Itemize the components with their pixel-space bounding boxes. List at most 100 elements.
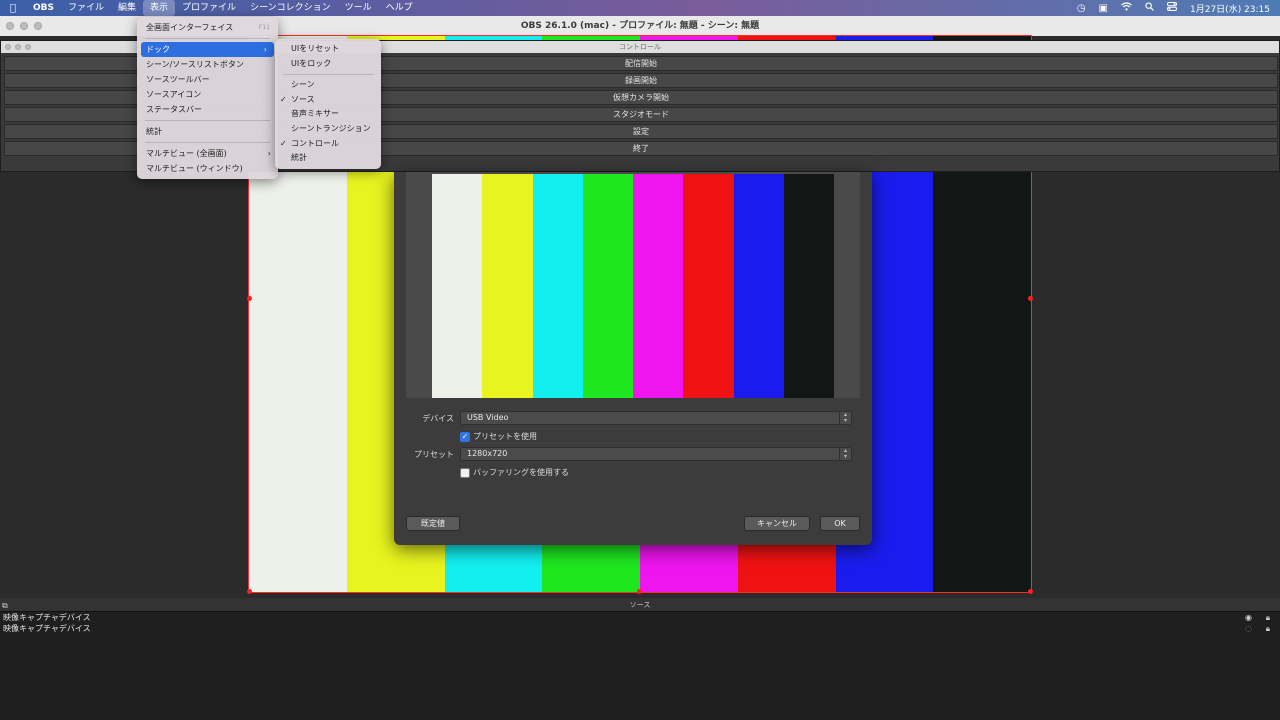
checkmark-icon: ✓ [280,138,287,148]
menu-item-stats[interactable]: 統計 [137,124,278,139]
menu-item-lock-ui[interactable]: UIをロック [275,57,381,72]
device-value: USB Video [467,413,509,422]
visibility-hidden-eye-icon[interactable]: ◌ [1245,623,1252,634]
zoom-window-button[interactable] [34,22,42,30]
translation-icon[interactable]: ▣ [1099,3,1108,14]
source-name: 映像キャプチャデバイス [3,613,91,622]
menu-item-label: ドック [146,45,170,54]
menu-item-sources[interactable]: ✓ ソース [275,93,381,108]
controls-dock-title: コントロール [619,43,661,51]
device-select[interactable]: USB Video ▴ ▾ [460,411,852,425]
minimize-window-button[interactable] [20,22,28,30]
wifi-icon[interactable] [1121,2,1132,14]
close-window-button[interactable] [6,22,14,30]
menu-item-multiview-window[interactable]: マルチビュー (ウィンドウ) [137,161,278,176]
lock-icon[interactable]: 🔒︎ [1266,612,1270,623]
defaults-button[interactable]: 既定値 [406,516,460,531]
menu-help[interactable]: ヘルプ [379,0,420,16]
control-center-icon[interactable] [1167,2,1177,14]
color-bar [582,174,633,398]
traffic-lights [6,16,42,36]
menu-view[interactable]: 表示 [143,0,176,16]
color-bar [532,174,583,398]
sources-dock-title: ソース [629,601,651,609]
lock-icon[interactable]: 🔒︎ [1266,623,1270,634]
menu-item-scene-source-buttons[interactable]: シーン/ソースリストボタン [137,57,278,72]
menu-obs[interactable]: OBS [26,0,61,16]
menu-separator [145,38,270,39]
menu-item-fullscreen-interface[interactable]: 全画面インターフェイス F11 [137,20,278,35]
undock-icon[interactable]: ⧉ [2,599,8,613]
apple-logo-icon[interactable]:  [0,3,26,14]
close-dock-button[interactable] [5,44,11,50]
menu-file[interactable]: ファイル [61,0,111,16]
menu-scene-collection[interactable]: シーンコレクション [243,0,338,16]
menu-bar:  OBS ファイル 編集 表示 プロファイル シーンコレクション ツール ヘル… [0,0,1280,16]
source-name: 映像キャプチャデバイス [3,624,91,633]
chevron-right-icon: › [267,149,271,158]
sources-dock-title-bar[interactable]: ⧉ ソース [0,598,1280,612]
resize-handle[interactable] [1028,296,1033,301]
use-preset-checkbox[interactable]: ✓ [460,432,470,442]
menu-item-source-toolbar[interactable]: ソースツールバー [137,72,278,87]
preset-select[interactable]: 1280x720 ▴ ▾ [460,447,852,461]
resize-handle[interactable] [637,589,642,594]
minimize-dock-button[interactable] [15,44,21,50]
device-label: デバイス [422,414,454,423]
menu-item-label: 統計 [291,153,307,163]
search-icon[interactable] [1145,2,1154,14]
menu-item-docks[interactable]: ドック › [141,42,274,57]
source-row[interactable]: 映像キャプチャデバイス ◌ 🔒︎ [0,623,1280,634]
ok-button[interactable]: OK [820,516,860,531]
menu-item-multiview-fullscreen[interactable]: マルチビュー (全画面) › [137,146,278,161]
script-editor-icon[interactable]: ◷ [1077,3,1086,14]
status-area: ◷ ▣ 1月27日(水) 23:15 [1077,0,1270,16]
menu-item-label: マルチビュー (全画面) [146,149,227,158]
visibility-eye-icon[interactable]: ◉ [1245,612,1252,623]
menu-item-label: シーントランジション [291,123,371,133]
traffic-lights [5,41,31,53]
menu-item-stats-dock[interactable]: 統計 [275,151,381,166]
menu-item-controls[interactable]: ✓ コントロール [275,137,381,152]
menu-item-scene-transitions[interactable]: シーントランジション [275,122,381,137]
menu-separator [145,142,270,143]
menu-separator [283,74,373,76]
sources-dock: ⧉ ソース 映像キャプチャデバイス ◉ 🔒︎ 映像キャプチャデバイス ◌ 🔒︎ [0,598,1280,720]
use-preset-label: プリセットを使用 [473,432,537,441]
menu-tools[interactable]: ツール [338,0,379,16]
menu-item-reset-ui[interactable]: UIをリセット [275,42,381,57]
preset-value: 1280x720 [467,449,508,458]
resize-handle[interactable] [1028,589,1033,594]
menu-item-scenes[interactable]: シーン [275,78,381,93]
menu-item-label: 音声ミキサー [291,109,339,119]
menu-item-label: コントロール [291,138,339,148]
properties-preview-image [432,174,834,398]
docks-submenu: UIをリセット UIをロック シーン ✓ ソース 音声ミキサー シーントランジシ… [275,39,381,169]
up-down-arrows-icon: ▴ ▾ [839,448,851,460]
view-menu: 全画面インターフェイス F11 ドック › シーン/ソースリストボタン ソースツ… [137,17,278,179]
menu-item-source-icons[interactable]: ソースアイコン [137,87,278,102]
window-title: OBS 26.1.0 (mac) - プロファイル: 無題 - シーン: 無題 [520,21,760,31]
resize-handle[interactable] [247,296,252,301]
up-down-arrows-icon: ▴ ▾ [839,412,851,424]
cancel-button[interactable]: キャンセル [744,516,810,531]
zoom-dock-button[interactable] [25,44,31,50]
shortcut-label: F11 [258,24,270,31]
properties-dialog: デバイス USB Video ▴ ▾ ✓ プリセットを使用 プリセット 1280x… [394,172,872,545]
menu-item-status-bar[interactable]: ステータスバー [137,102,278,117]
menu-edit[interactable]: 編集 [111,0,143,16]
color-bar [633,174,684,398]
menu-item-audio-mixer[interactable]: 音声ミキサー [275,107,381,122]
buffering-checkbox[interactable] [460,468,470,478]
resize-handle[interactable] [247,589,252,594]
checkmark-icon: ✓ [280,94,287,104]
clock[interactable]: 1月27日(水) 23:15 [1190,2,1270,15]
preset-label: プリセット [414,450,454,459]
color-bar [783,174,834,398]
buffering-label: バッファリングを使用する [473,468,569,477]
menu-item-label: シーン [291,80,315,90]
menu-item-label: 全画面インターフェイス [146,23,234,32]
source-row[interactable]: 映像キャプチャデバイス ◉ 🔒︎ [0,612,1280,623]
menu-profile[interactable]: プロファイル [175,0,243,16]
color-bar [482,174,533,398]
